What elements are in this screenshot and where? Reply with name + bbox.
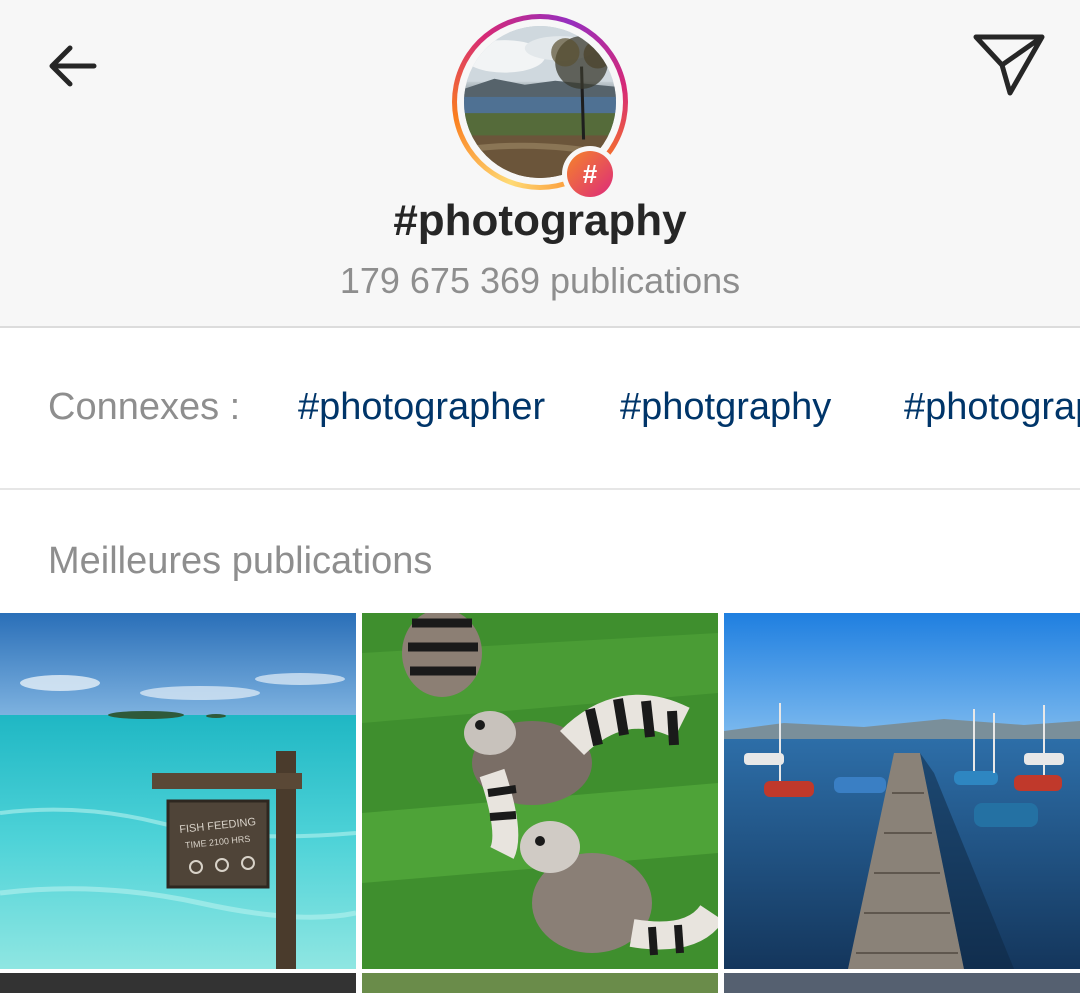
share-button[interactable] xyxy=(966,28,1050,100)
post-tile-row2-c[interactable] xyxy=(724,973,1080,993)
related-tags-bar[interactable]: Connexes : #photographer #photgraphy #ph… xyxy=(0,330,1080,490)
related-tag-photographer[interactable]: #photographer xyxy=(298,386,545,429)
back-button[interactable] xyxy=(40,34,104,98)
hashtag-title: #photography xyxy=(393,196,687,245)
post-tile-row2-a[interactable] xyxy=(0,973,356,993)
hashtag-header: # #photography 179 675 369 publications xyxy=(0,0,1080,328)
top-posts-grid: FISH FEEDING TIME 2100 HRS xyxy=(0,613,1080,993)
paper-plane-icon xyxy=(973,34,1045,96)
arrow-left-icon xyxy=(49,45,97,87)
hashtag-icon: # xyxy=(567,151,613,197)
post-count: 179 675 369 publications xyxy=(339,260,741,301)
top-posts-title: Meilleures publications xyxy=(48,540,433,582)
hashtag-symbol: # xyxy=(582,158,598,189)
post-tile-harbor[interactable] xyxy=(724,613,1080,969)
post-tile-row2-b[interactable] xyxy=(362,973,718,993)
hashtag-badge: # xyxy=(562,146,618,202)
post-tile-lagoon[interactable]: FISH FEEDING TIME 2100 HRS xyxy=(0,613,356,969)
post-tile-lemurs[interactable] xyxy=(362,613,718,969)
related-tag-photography[interactable]: #photography xyxy=(904,386,1080,429)
related-label: Connexes : xyxy=(48,386,241,428)
related-tag-photgraphy[interactable]: #photgraphy xyxy=(620,386,831,429)
